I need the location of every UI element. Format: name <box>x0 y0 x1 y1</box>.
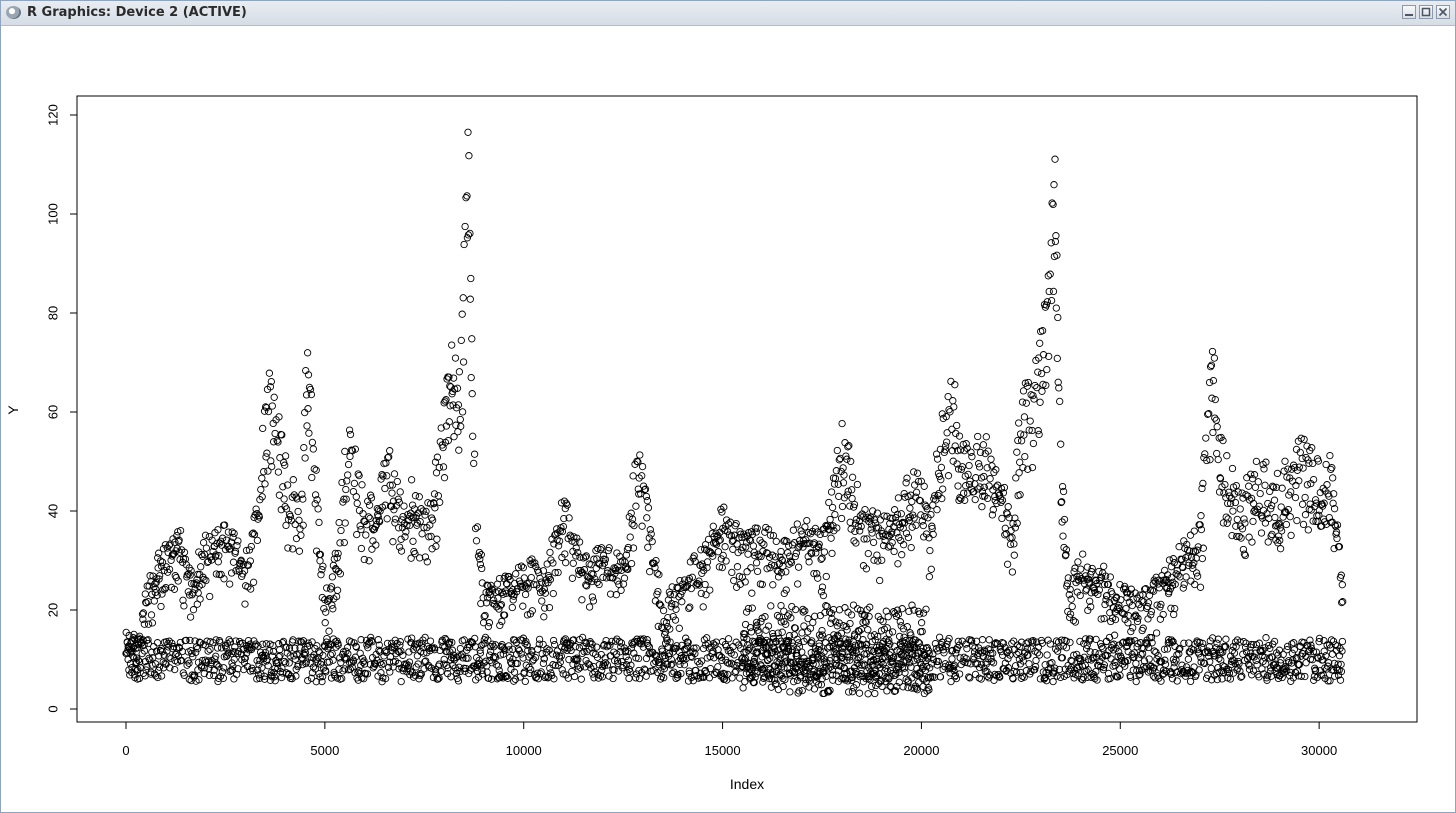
r-logo-icon <box>6 6 21 19</box>
x-tick-label: 15000 <box>704 743 740 758</box>
y-tick-label: 20 <box>45 603 60 617</box>
x-tick-label: 30000 <box>1301 743 1337 758</box>
scatter-plot: 0 5000 10000 15000 20000 25000 30000 0 20 40 60 80… <box>5 95 1418 792</box>
r-graphics-window: R Graphics: Device 2 (ACTIVE) 0 5000 10000… <box>0 0 1456 813</box>
y-tick-label: 0 <box>45 705 60 712</box>
x-axis-label: Index <box>730 776 764 792</box>
y-tick-label: 80 <box>45 306 60 320</box>
close-icon[interactable] <box>1436 5 1450 19</box>
title-bar[interactable]: R Graphics: Device 2 (ACTIVE) <box>1 1 1455 26</box>
x-tick-label: 0 <box>122 743 129 758</box>
x-tick-label: 5000 <box>310 743 339 758</box>
x-tick-label: 10000 <box>506 743 542 758</box>
x-tick-label: 25000 <box>1102 743 1138 758</box>
minimize-icon[interactable] <box>1402 5 1416 19</box>
y-tick-label: 60 <box>45 405 60 419</box>
x-axis: 0 5000 10000 15000 20000 25000 30000 <box>122 721 1337 758</box>
maximize-icon[interactable] <box>1419 5 1433 19</box>
y-tick-label: 40 <box>45 504 60 518</box>
y-tick-label: 120 <box>45 104 60 126</box>
window-title: R Graphics: Device 2 (ACTIVE) <box>27 5 247 20</box>
y-tick-label: 100 <box>45 203 60 225</box>
y-axis-label: Y <box>5 405 21 415</box>
x-tick-label: 20000 <box>903 743 939 758</box>
data-points <box>122 128 1347 698</box>
y-axis: 0 20 40 60 80 100 120 <box>45 104 78 713</box>
scatter-points <box>122 128 1347 698</box>
